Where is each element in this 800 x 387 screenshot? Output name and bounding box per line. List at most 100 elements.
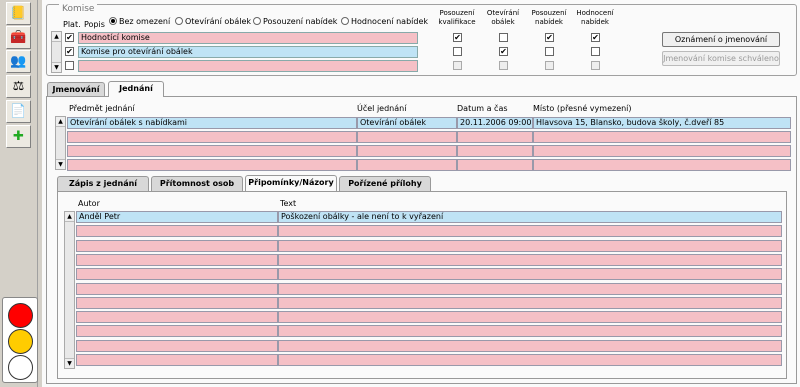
scroll-up-icon[interactable]: ▲ (52, 32, 61, 42)
scroll-down-icon[interactable]: ▼ (56, 159, 65, 169)
jednani-cell[interactable] (457, 131, 533, 143)
pripominky-cell[interactable] (76, 253, 278, 266)
pripominky-cell[interactable] (76, 268, 278, 281)
radio-icon (175, 17, 183, 25)
toolbox-icon[interactable]: 🧰 (6, 26, 31, 49)
komise-legend: Komise (59, 4, 98, 14)
tab-jmenovani[interactable]: Jmenování (47, 82, 105, 97)
plat-checkbox[interactable]: ✔ (65, 33, 74, 42)
plat-header: Plat. (63, 20, 81, 29)
jednani-cell[interactable] (357, 145, 457, 157)
col-text: Text (280, 199, 297, 208)
jednani-cell[interactable] (533, 145, 791, 157)
tab-jednani[interactable]: Jednání (108, 81, 164, 97)
jednani-cell[interactable]: Otevírání obálek s nabídkami (67, 117, 357, 129)
traffic-light (2, 297, 38, 383)
col-ucel: Účel jednání (357, 104, 407, 113)
flag-checkbox[interactable]: ✔ (499, 47, 508, 56)
jednani-cell[interactable]: 20.11.2006 09:00 (457, 117, 533, 129)
green-light-icon (8, 355, 33, 380)
komise-popis-cell[interactable]: Hodnotící komise (78, 32, 418, 44)
jednani-cell[interactable] (457, 159, 533, 171)
add-document-icon[interactable]: ✚ (6, 125, 31, 148)
filter-hodnoceni[interactable]: Hodnocení nabídek (341, 17, 428, 26)
pripominky-cell[interactable] (278, 225, 782, 238)
filter-posouzeni[interactable]: Posouzení nabídek (253, 17, 337, 26)
pripominky-cell[interactable] (278, 282, 782, 295)
notebook-icon[interactable]: 📒 (6, 2, 31, 25)
jednani-cell[interactable]: Otevírání obálek (357, 117, 457, 129)
plat-checkbox[interactable] (65, 61, 74, 70)
flag-checkbox[interactable]: ✔ (591, 33, 600, 42)
pripominky-cell[interactable] (76, 239, 278, 252)
flag-header: Hodnocení nabídek (576, 9, 614, 26)
pripominky-panel: Autor Text ▲ ▼ Anděl Petr Poškození obálk… (57, 191, 787, 379)
flag-checkbox[interactable] (545, 47, 554, 56)
pripominky-cell[interactable] (76, 325, 278, 338)
komise-popis-cell[interactable] (78, 60, 418, 72)
jednani-cell[interactable] (357, 159, 457, 171)
pripominky-cell[interactable] (76, 354, 278, 366)
komise-group: Komise Plat. Popis Bez omezení Otevírání… (46, 4, 797, 76)
flag-checkbox[interactable] (591, 47, 600, 56)
radio-icon (341, 17, 349, 25)
jednani-cell[interactable] (67, 145, 357, 157)
filter-bez-omezeni[interactable]: Bez omezení (109, 17, 170, 26)
people-icon[interactable]: 👥 (6, 50, 31, 73)
scales-icon[interactable]: ⚖ (6, 75, 31, 98)
pripominky-cell[interactable] (76, 282, 278, 295)
scroll-up-icon[interactable]: ▲ (65, 212, 74, 222)
oznameni-button[interactable]: Oznámení o jmenování (662, 32, 780, 47)
pripominky-cell[interactable] (76, 296, 278, 309)
pripominky-cell[interactable] (76, 225, 278, 238)
jednani-cell[interactable] (457, 145, 533, 157)
flag-checkbox[interactable] (591, 61, 600, 70)
jednani-scrollbar[interactable]: ▲ ▼ (55, 116, 66, 170)
flag-checkbox[interactable]: ✔ (453, 33, 462, 42)
pripominky-cell[interactable] (278, 296, 782, 309)
amber-light-icon (8, 329, 33, 354)
pripominky-cell[interactable] (278, 268, 782, 281)
flag-checkbox[interactable] (545, 61, 554, 70)
flag-checkbox[interactable]: ✔ (545, 33, 554, 42)
flag-checkbox[interactable] (499, 61, 508, 70)
pripominky-cell[interactable] (278, 239, 782, 252)
pripominky-cell[interactable]: Anděl Petr (76, 211, 278, 223)
pripominky-cell[interactable] (278, 311, 782, 324)
komise-popis-cell[interactable]: Komise pro otevírání obálek (78, 46, 418, 58)
pripominky-cell[interactable] (76, 311, 278, 324)
tab-pritomnost[interactable]: Přítomnost osob (151, 176, 243, 191)
tab-pripominky[interactable]: Připomínky/Názory (245, 175, 337, 191)
tab-zapis[interactable]: Zápis z jednání (57, 176, 149, 191)
jednani-cell[interactable] (533, 159, 791, 171)
pripominky-cell[interactable] (278, 354, 782, 366)
jednani-cell[interactable]: Hlavsova 15, Blansko, budova školy, č.dv… (533, 117, 791, 129)
pripominky-cell[interactable] (76, 339, 278, 352)
jednani-cell[interactable] (67, 159, 357, 171)
flag-header: Otevírání obálek (486, 9, 520, 26)
pripominky-cell[interactable] (278, 339, 782, 352)
flag-checkbox[interactable] (453, 61, 462, 70)
scroll-down-icon[interactable]: ▼ (52, 62, 61, 72)
flag-checkbox[interactable] (499, 33, 508, 42)
pripominky-cell[interactable] (278, 253, 782, 266)
jednani-cell[interactable] (533, 131, 791, 143)
document-icon[interactable]: 📄 (6, 100, 31, 123)
scroll-down-icon[interactable]: ▼ (65, 358, 74, 368)
pripominky-cell[interactable] (278, 325, 782, 338)
pripominky-scrollbar[interactable]: ▲ ▼ (64, 211, 75, 369)
col-autor: Autor (78, 199, 100, 208)
col-misto: Místo (přesné vymezení) (533, 104, 632, 113)
scroll-up-icon[interactable]: ▲ (56, 117, 65, 127)
tab-prilohy[interactable]: Pořízené přílohy (339, 176, 431, 191)
flag-checkbox[interactable] (453, 47, 462, 56)
col-datum: Datum a čas (457, 104, 508, 113)
jednani-cell[interactable] (67, 131, 357, 143)
filter-otevirani[interactable]: Otevírání obálek (175, 17, 251, 26)
komise-scrollbar[interactable]: ▲ ▼ (51, 31, 62, 73)
pripominky-cell[interactable]: Poškození obálky - ale není to k vyřazen… (278, 211, 782, 223)
jednani-cell[interactable] (357, 131, 457, 143)
plat-checkbox[interactable]: ✔ (65, 47, 74, 56)
schvaleno-button[interactable]: Jmenování komise schváleno (662, 51, 780, 66)
radio-icon (109, 17, 117, 25)
